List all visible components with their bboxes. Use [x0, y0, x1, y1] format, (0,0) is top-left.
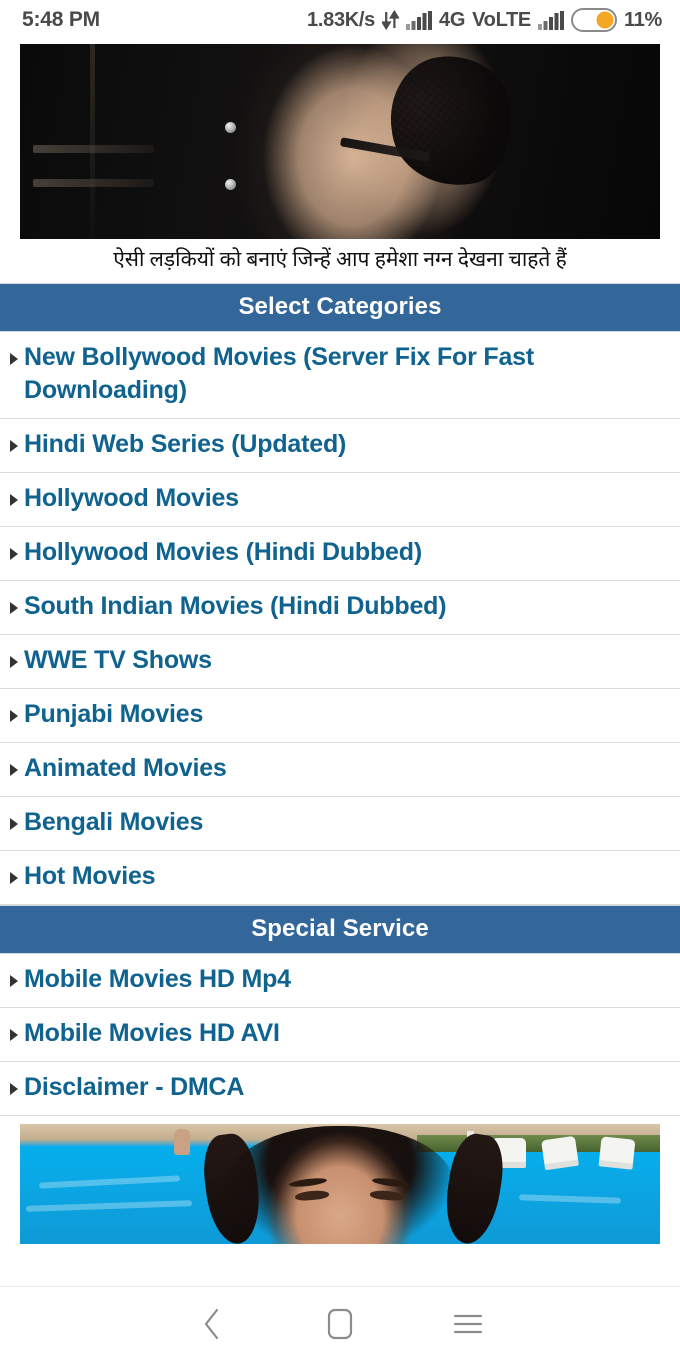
- special-service-header: Special Service: [0, 905, 680, 954]
- triangle-right-icon: [10, 818, 18, 830]
- battery-icon: [570, 8, 617, 32]
- triangle-right-icon: [10, 656, 18, 668]
- special-label: Disclaimer - DMCA: [24, 1073, 245, 1101]
- status-bar-right-group: 1.83K/s 4G VoLTE 11%: [307, 8, 662, 32]
- home-button[interactable]: [276, 1287, 404, 1360]
- category-item-hindi-web-series[interactable]: Hindi Web Series (Updated): [0, 419, 680, 473]
- special-item-disclaimer-dmca[interactable]: Disclaimer - DMCA: [0, 1062, 680, 1116]
- category-label: Animated Movies: [24, 754, 227, 782]
- triangle-right-icon: [10, 1029, 18, 1041]
- advertisement-banner-top[interactable]: [0, 40, 680, 239]
- category-item-wwe-tv-shows[interactable]: WWE TV Shows: [0, 635, 680, 689]
- back-button[interactable]: [148, 1287, 276, 1360]
- special-item-mobile-movies-hd-mp4[interactable]: Mobile Movies HD Mp4: [0, 954, 680, 1008]
- signal-bars-icon-2: [537, 10, 564, 30]
- network-type-label: 4G: [439, 8, 466, 31]
- phone-screen: 5:48 PM 1.83K/s 4G VoLTE 11% ऐसी लड़कियो…: [0, 0, 680, 1360]
- triangle-right-icon: [10, 710, 18, 722]
- special-label: Mobile Movies HD Mp4: [24, 965, 291, 993]
- category-list: New Bollywood Movies (Server Fix For Fas…: [0, 332, 680, 905]
- triangle-right-icon: [10, 548, 18, 560]
- network-speed-label: 1.83K/s: [307, 8, 375, 31]
- triangle-right-icon: [10, 872, 18, 884]
- category-item-south-indian-movies-hindi-dubbed[interactable]: South Indian Movies (Hindi Dubbed): [0, 581, 680, 635]
- special-item-mobile-movies-hd-avi[interactable]: Mobile Movies HD AVI: [0, 1008, 680, 1062]
- signal-bars-icon: [406, 10, 432, 30]
- special-service-list: Mobile Movies HD Mp4 Mobile Movies HD AV…: [0, 954, 680, 1116]
- select-categories-header: Select Categories: [0, 283, 680, 332]
- category-label: WWE TV Shows: [24, 646, 212, 674]
- back-icon: [200, 1307, 224, 1341]
- triangle-right-icon: [10, 975, 18, 987]
- category-label: South Indian Movies (Hindi Dubbed): [24, 592, 447, 620]
- android-navigation-bar: [0, 1286, 680, 1360]
- category-item-new-bollywood-movies[interactable]: New Bollywood Movies (Server Fix For Fas…: [0, 332, 680, 419]
- ad-image-bottom[interactable]: [20, 1124, 660, 1244]
- home-icon: [326, 1307, 354, 1341]
- category-label: Punjabi Movies: [24, 700, 204, 728]
- category-item-hot-movies[interactable]: Hot Movies: [0, 851, 680, 905]
- triangle-right-icon: [10, 602, 18, 614]
- data-transfer-icon: [382, 10, 399, 30]
- category-label: New Bollywood Movies (Server Fix For Fas…: [24, 343, 534, 404]
- advertisement-banner-bottom[interactable]: [0, 1116, 680, 1244]
- status-time: 5:48 PM: [22, 8, 100, 31]
- category-item-hollywood-movies-hindi-dubbed[interactable]: Hollywood Movies (Hindi Dubbed): [0, 527, 680, 581]
- menu-button[interactable]: [404, 1287, 532, 1360]
- category-label: Bengali Movies: [24, 808, 204, 836]
- triangle-right-icon: [10, 353, 18, 365]
- special-label: Mobile Movies HD AVI: [24, 1019, 280, 1047]
- category-label: Hot Movies: [24, 862, 156, 890]
- triangle-right-icon: [10, 1083, 18, 1095]
- category-item-bengali-movies[interactable]: Bengali Movies: [0, 797, 680, 851]
- category-label: Hollywood Movies (Hindi Dubbed): [24, 538, 422, 566]
- status-bar: 5:48 PM 1.83K/s 4G VoLTE 11%: [0, 0, 680, 40]
- category-item-hollywood-movies[interactable]: Hollywood Movies: [0, 473, 680, 527]
- volte-label: VoLTE: [472, 8, 531, 31]
- menu-icon: [453, 1311, 483, 1337]
- category-label: Hindi Web Series (Updated): [24, 430, 347, 458]
- category-item-animated-movies[interactable]: Animated Movies: [0, 743, 680, 797]
- ad-image-top[interactable]: [20, 44, 660, 239]
- triangle-right-icon: [10, 764, 18, 776]
- category-item-punjabi-movies[interactable]: Punjabi Movies: [0, 689, 680, 743]
- page-content[interactable]: ऐसी लड़कियों को बनाएं जिन्हें आप हमेशा न…: [0, 40, 680, 1286]
- battery-percent-label: 11%: [623, 8, 662, 31]
- ad-caption-top: ऐसी लड़कियों को बनाएं जिन्हें आप हमेशा न…: [113, 247, 567, 271]
- category-label: Hollywood Movies: [24, 484, 239, 512]
- triangle-right-icon: [10, 494, 18, 506]
- triangle-right-icon: [10, 440, 18, 452]
